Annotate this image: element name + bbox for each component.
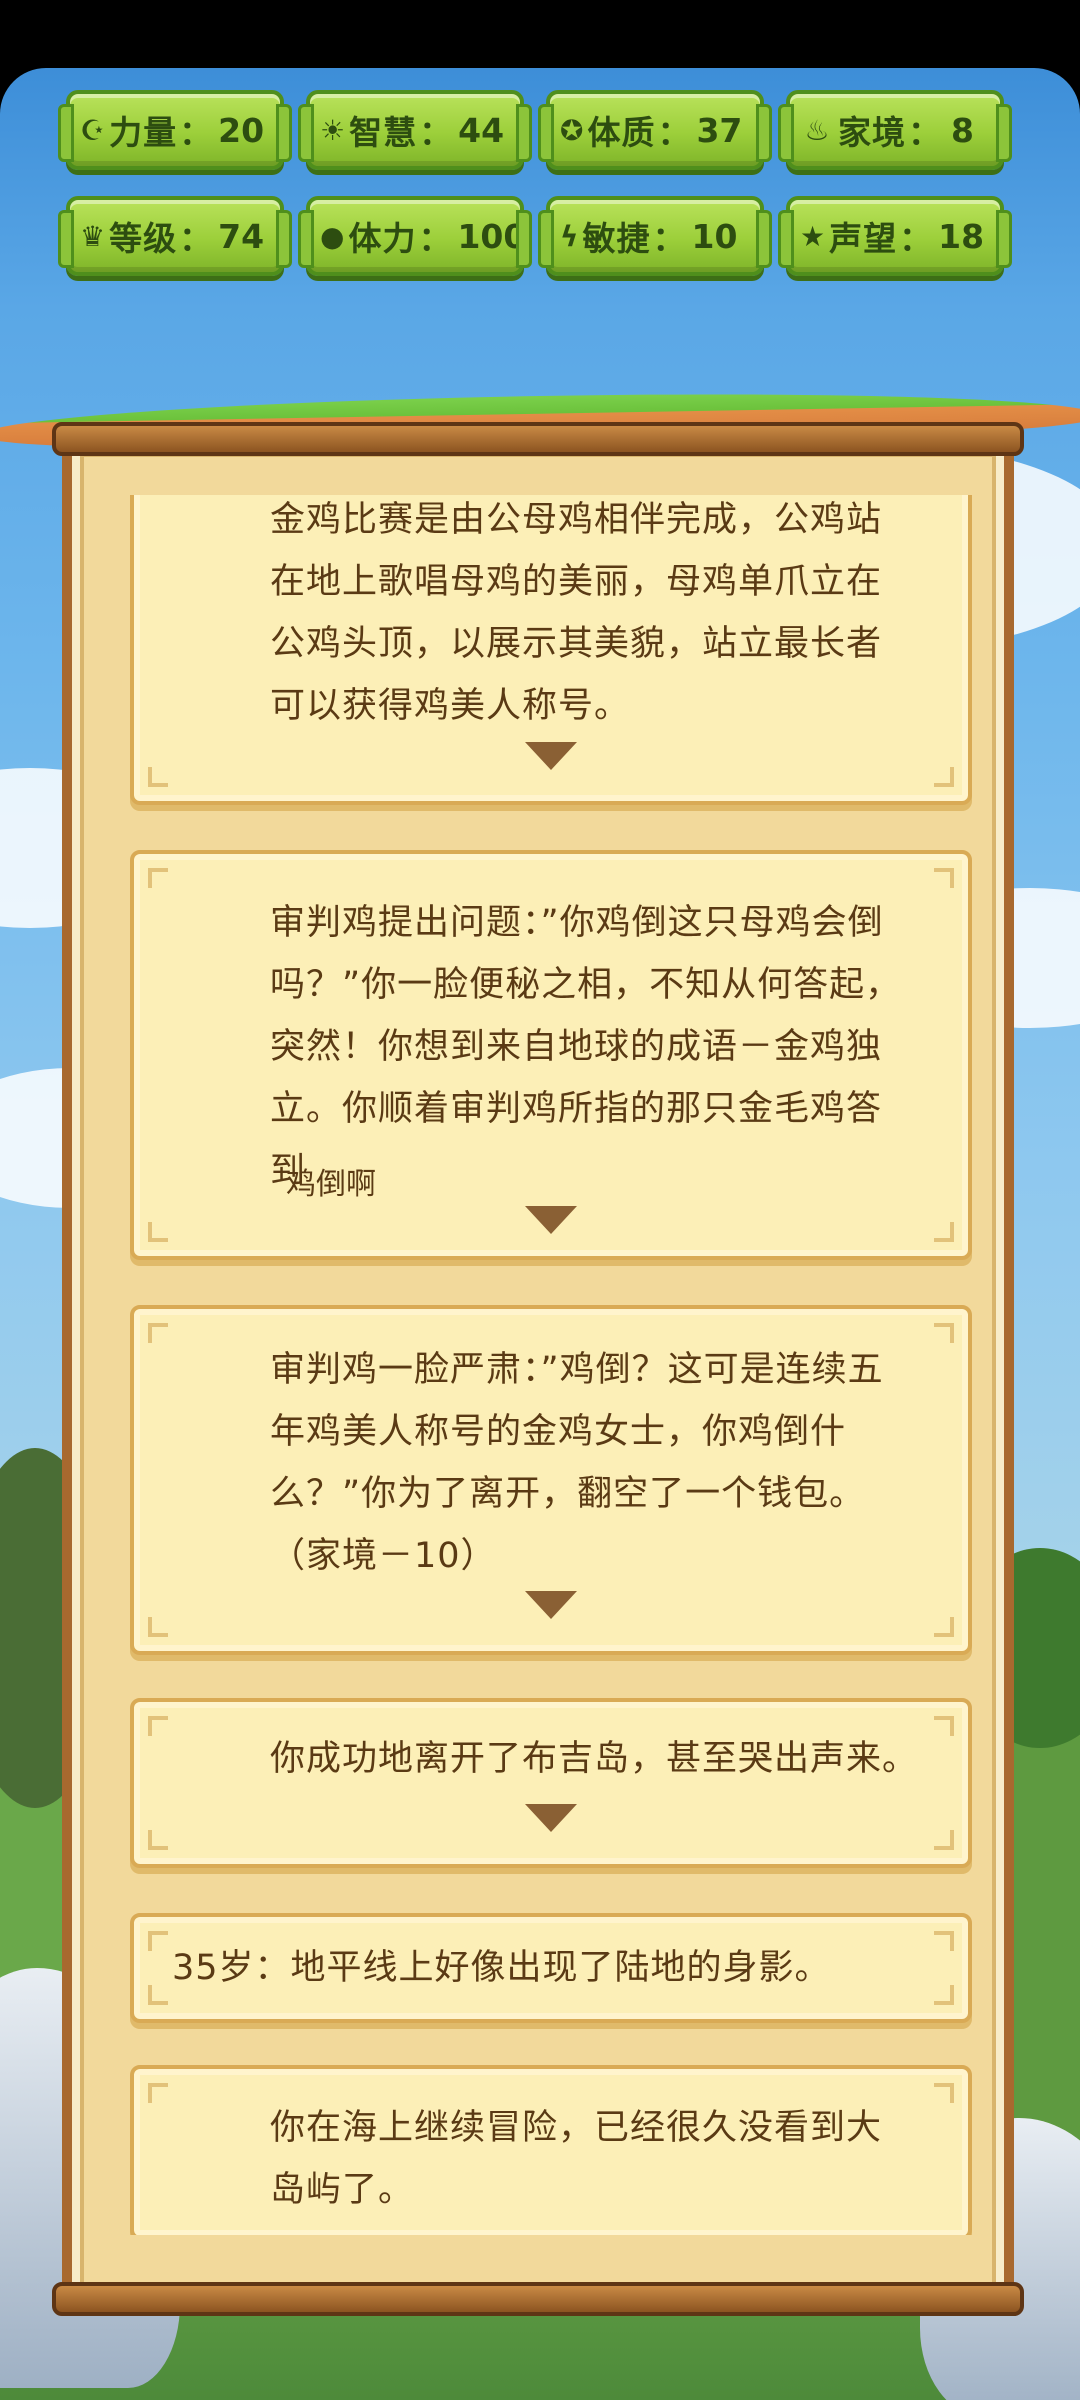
card-corner bbox=[934, 1985, 954, 2005]
stat-label: 声望 bbox=[829, 219, 898, 258]
wisdom-icon: ☀ bbox=[320, 113, 346, 147]
stat-value: 74 bbox=[218, 216, 265, 256]
stat-separator: ： bbox=[899, 219, 933, 258]
event-log[interactable]: 金鸡比赛是由公母鸡相伴完成，公鸡站在地上歌唱母鸡的美丽，母鸡单爪立在公鸡头顶，以… bbox=[130, 495, 972, 2235]
stat-value: 44 bbox=[458, 110, 505, 150]
strength-icon: ☪ bbox=[80, 113, 106, 147]
stat-label: 体质 bbox=[587, 113, 656, 152]
scroll-rod-top bbox=[52, 422, 1024, 456]
choice-text: 鸡倒啊 bbox=[286, 1167, 376, 1202]
stat-value: 18 bbox=[938, 216, 985, 256]
stat-separator: ： bbox=[179, 219, 213, 258]
stat-label: 智慧 bbox=[349, 113, 418, 152]
expand-arrow-icon[interactable] bbox=[525, 1591, 577, 1619]
stat-separator: ： bbox=[419, 113, 453, 152]
stat-constitution: ✪ 体质： 37 bbox=[538, 90, 772, 170]
stat-value: 100 bbox=[457, 216, 527, 256]
stat-family: ♨ 家境： 8 bbox=[778, 90, 1012, 170]
card-corner bbox=[934, 1931, 954, 1951]
card-corner bbox=[148, 1323, 168, 1343]
card-corner bbox=[148, 1617, 168, 1637]
event-card[interactable]: 审判鸡一脸严肃：”鸡倒？这可是连续五年鸡美人称号的金鸡女士，你鸡倒什么？”你为了… bbox=[130, 1305, 972, 1655]
stat-value: 10 bbox=[691, 216, 738, 256]
stat-value: 8 bbox=[951, 110, 974, 150]
age-label: 35岁： bbox=[172, 1948, 291, 1988]
stat-strength: ☪ 力量： 20 bbox=[58, 90, 292, 170]
lightning-icon: ϟ bbox=[560, 219, 579, 253]
event-card[interactable]: 审判鸡提出问题：”你鸡倒这只母鸡会倒吗？”你一脸便秘之相，不知从何答起，突然！你… bbox=[130, 850, 972, 1260]
stat-separator: ： bbox=[418, 219, 452, 258]
age-entry: 35岁：地平线上好像出现了陆地的身影。 bbox=[172, 1939, 831, 1990]
event-text: 金鸡比赛是由公母鸡相伴完成，公鸡站在地上歌唱母鸡的美丽，母鸡单爪立在公鸡头顶，以… bbox=[270, 500, 883, 726]
stat-label: 家境 bbox=[838, 113, 906, 152]
stat-label: 等级 bbox=[109, 219, 178, 258]
stat-label: 体力 bbox=[348, 219, 417, 258]
card-corner bbox=[934, 1830, 954, 1850]
card-corner bbox=[148, 868, 168, 888]
family-icon: ♨ bbox=[804, 113, 830, 147]
stat-agility: ϟ 敏捷： 10 bbox=[538, 196, 772, 276]
event-card[interactable]: 你成功地离开了布吉岛，甚至哭出声来。 bbox=[130, 1698, 972, 1868]
card-corner bbox=[148, 1985, 168, 2005]
event-card[interactable]: 35岁：地平线上好像出现了陆地的身影。 bbox=[130, 1913, 972, 2023]
constitution-icon: ✪ bbox=[560, 113, 584, 147]
expand-arrow-icon[interactable] bbox=[525, 1804, 577, 1832]
event-text: 地平线上好像出现了陆地的身影。 bbox=[290, 1948, 831, 1988]
event-card[interactable]: 金鸡比赛是由公母鸡相伴完成，公鸡站在地上歌唱母鸡的美丽，母鸡单爪立在公鸡头顶，以… bbox=[130, 495, 972, 805]
status-bar bbox=[0, 0, 1080, 70]
expand-arrow-icon[interactable] bbox=[525, 742, 577, 770]
stat-separator: ： bbox=[657, 113, 691, 152]
stat-value: 20 bbox=[218, 110, 265, 150]
event-card[interactable]: 你在海上继续冒险，已经很久没看到大岛屿了。 bbox=[130, 2065, 972, 2235]
stat-reputation: ★ 声望： 18 bbox=[778, 196, 1012, 276]
stat-separator: ： bbox=[652, 219, 686, 258]
card-corner bbox=[934, 1222, 954, 1242]
card-corner bbox=[148, 1716, 168, 1736]
stat-level: ♛ 等级： 74 bbox=[58, 196, 292, 276]
stat-separator: ： bbox=[908, 113, 941, 152]
card-corner bbox=[148, 2083, 168, 2103]
event-text: 你成功地离开了布吉岛，甚至哭出声来。 bbox=[270, 1739, 919, 1779]
card-corner bbox=[148, 1830, 168, 1850]
event-text: 审判鸡提出问题：”你鸡倒这只母鸡会倒吗？”你一脸便秘之相，不知从何答起，突然！你… bbox=[270, 903, 902, 1191]
expand-arrow-icon[interactable] bbox=[525, 1206, 577, 1234]
scroll-rod-bottom bbox=[52, 2282, 1024, 2316]
card-corner bbox=[148, 767, 168, 787]
card-corner bbox=[148, 1931, 168, 1951]
event-text: 审判鸡一脸严肃：”鸡倒？这可是连续五年鸡美人称号的金鸡女士，你鸡倒什么？”你为了… bbox=[270, 1350, 884, 1576]
stat-separator: ： bbox=[179, 113, 213, 152]
card-corner bbox=[148, 1222, 168, 1242]
card-corner bbox=[934, 868, 954, 888]
stat-stamina: ● 体力： 100 bbox=[298, 196, 532, 276]
stat-value: 37 bbox=[696, 110, 743, 150]
stat-label: 敏捷 bbox=[582, 219, 651, 258]
card-corner bbox=[934, 767, 954, 787]
card-corner bbox=[934, 1323, 954, 1343]
card-corner bbox=[934, 1617, 954, 1637]
crown-icon: ♛ bbox=[80, 219, 106, 253]
event-text: 你在海上继续冒险，已经很久没看到大岛屿了。 bbox=[270, 2108, 883, 2210]
star-icon: ★ bbox=[800, 219, 826, 253]
stat-label: 力量 bbox=[109, 113, 178, 152]
card-corner bbox=[934, 2083, 954, 2103]
stat-wisdom: ☀ 智慧： 44 bbox=[298, 90, 532, 170]
heart-icon: ● bbox=[320, 219, 345, 253]
